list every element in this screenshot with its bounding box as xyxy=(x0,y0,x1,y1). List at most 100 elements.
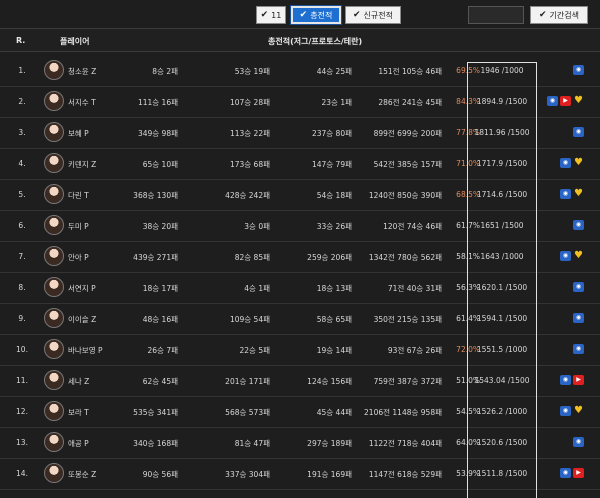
afreeca-icon[interactable]: ◉ xyxy=(560,375,571,385)
total-record-button[interactable]: ✔ 총전적 xyxy=(290,5,342,25)
player-name[interactable]: 서지수 T xyxy=(68,97,96,108)
rank-cell: 7. xyxy=(18,252,26,261)
avatar[interactable] xyxy=(44,122,64,142)
platform-badges: ◉ ♥ xyxy=(560,251,584,261)
check-icon: ✔ xyxy=(539,10,547,20)
score-column-highlight xyxy=(467,62,537,498)
heart-icon[interactable]: ♥ xyxy=(573,406,584,416)
platform-badges: ◉ ▶ ♥ xyxy=(547,96,584,106)
player-name[interactable]: 애공 P xyxy=(68,438,89,449)
record-cell: 259승 206패 xyxy=(307,253,352,262)
afreeca-icon[interactable]: ◉ xyxy=(560,406,571,416)
player-name[interactable]: 다린 T xyxy=(68,190,89,201)
record-cell: 297승 189패 xyxy=(307,439,352,448)
record-cell: 4승 1패 xyxy=(244,284,270,293)
avatar[interactable] xyxy=(44,215,64,235)
player-name[interactable]: 이이슬 Z xyxy=(68,314,96,325)
rank-cell: 13. xyxy=(16,438,28,447)
afreeca-icon[interactable]: ◉ xyxy=(573,282,584,292)
afreeca-icon[interactable]: ◉ xyxy=(573,127,584,137)
avatar[interactable] xyxy=(44,432,64,452)
platform-badges: ◉ xyxy=(573,282,584,292)
rank-cell: 10. xyxy=(16,345,28,354)
record-cell: 337승 304패 xyxy=(225,470,270,479)
avatar[interactable] xyxy=(44,339,64,359)
record-cell: 33승 26패 xyxy=(316,222,352,231)
player-name[interactable]: 세나 Z xyxy=(68,376,89,387)
afreeca-icon[interactable]: ◉ xyxy=(547,96,558,106)
afreeca-icon[interactable]: ◉ xyxy=(560,468,571,478)
player-name[interactable]: 보라 T xyxy=(68,407,89,418)
record-cell: 58승 65패 xyxy=(316,315,352,324)
rank-cell: 1. xyxy=(18,66,26,75)
afreeca-icon[interactable]: ◉ xyxy=(560,158,571,168)
player-name[interactable]: 서연지 P xyxy=(68,283,96,294)
record-cell: 173승 68패 xyxy=(229,160,270,169)
record-cell: 124승 156패 xyxy=(307,377,352,386)
platform-badges: ◉ ♥ xyxy=(560,189,584,199)
player-name[interactable]: 청소윤 Z xyxy=(68,66,96,77)
afreeca-icon[interactable]: ◉ xyxy=(573,220,584,230)
afreeca-icon[interactable]: ◉ xyxy=(573,437,584,447)
record-cell: 82승 85패 xyxy=(234,253,270,262)
avatar[interactable] xyxy=(44,277,64,297)
rank-header: R. xyxy=(16,36,26,45)
platform-badges: ◉ xyxy=(573,344,584,354)
platform-badges: ◉ xyxy=(573,127,584,137)
afreeca-icon[interactable]: ◉ xyxy=(573,313,584,323)
youtube-icon[interactable]: ▶ xyxy=(560,96,571,106)
afreeca-icon[interactable]: ◉ xyxy=(560,251,571,261)
heart-icon[interactable]: ♥ xyxy=(573,251,584,261)
filter-11-button[interactable]: ✔ 11 xyxy=(256,6,286,24)
avatar[interactable] xyxy=(44,91,64,111)
avatar[interactable] xyxy=(44,401,64,421)
platform-badges: ◉ ▶ xyxy=(560,468,584,478)
avatar[interactable] xyxy=(44,60,64,80)
record-cell: 38승 20패 xyxy=(142,222,178,231)
check-icon: ✔ xyxy=(353,10,361,20)
record-cell: 19승 14패 xyxy=(316,346,352,355)
record-cell: 3승 0패 xyxy=(244,222,270,231)
youtube-icon[interactable]: ▶ xyxy=(573,468,584,478)
record-cell: 8승 2패 xyxy=(152,67,178,76)
player-name[interactable]: 안아 P xyxy=(68,252,89,263)
record-cell: 26승 7패 xyxy=(147,346,179,355)
new-record-button[interactable]: ✔ 신규전적 xyxy=(345,6,401,24)
record-cell: 535승 341패 xyxy=(133,408,178,417)
blank-button[interactable] xyxy=(468,6,524,24)
record-cell: 111승 16패 xyxy=(137,98,178,107)
platform-badges: ◉ ♥ xyxy=(560,406,584,416)
rank-cell: 9. xyxy=(18,314,26,323)
record-cell: 53승 19패 xyxy=(234,67,270,76)
afreeca-icon[interactable]: ◉ xyxy=(573,65,584,75)
avatar[interactable] xyxy=(44,153,64,173)
avatar[interactable] xyxy=(44,246,64,266)
rank-cell: 8. xyxy=(18,283,26,292)
player-name[interactable]: 바나보영 P xyxy=(68,345,103,356)
heart-icon[interactable]: ♥ xyxy=(573,96,584,106)
record-cell: 81승 47패 xyxy=(234,439,270,448)
avatar[interactable] xyxy=(44,308,64,328)
heart-icon[interactable]: ♥ xyxy=(573,158,584,168)
rank-cell: 12. xyxy=(16,407,28,416)
afreeca-icon[interactable]: ◉ xyxy=(560,189,571,199)
record-cell: 439승 271패 xyxy=(133,253,178,262)
record-cell: 65승 10패 xyxy=(142,160,178,169)
player-name[interactable]: 보혜 P xyxy=(68,128,89,139)
record-cell: 54승 18패 xyxy=(316,191,352,200)
player-name[interactable]: 키덴지 Z xyxy=(68,159,96,170)
check-icon: ✔ xyxy=(299,10,308,20)
player-name[interactable]: 두미 P xyxy=(68,221,89,232)
record-header: 총전적(저그/프로토스/테란) xyxy=(268,37,363,46)
heart-icon[interactable]: ♥ xyxy=(573,189,584,199)
record-cell: 45승 44패 xyxy=(316,408,352,417)
rank-cell: 4. xyxy=(18,159,26,168)
rank-cell: 6. xyxy=(18,221,26,230)
player-name[interactable]: 또봉순 Z xyxy=(68,469,96,480)
period-search-button[interactable]: ✔ 기간검색 xyxy=(530,6,588,24)
afreeca-icon[interactable]: ◉ xyxy=(573,344,584,354)
youtube-icon[interactable]: ▶ xyxy=(573,375,584,385)
avatar[interactable] xyxy=(44,184,64,204)
avatar[interactable] xyxy=(44,370,64,390)
avatar[interactable] xyxy=(44,463,64,483)
